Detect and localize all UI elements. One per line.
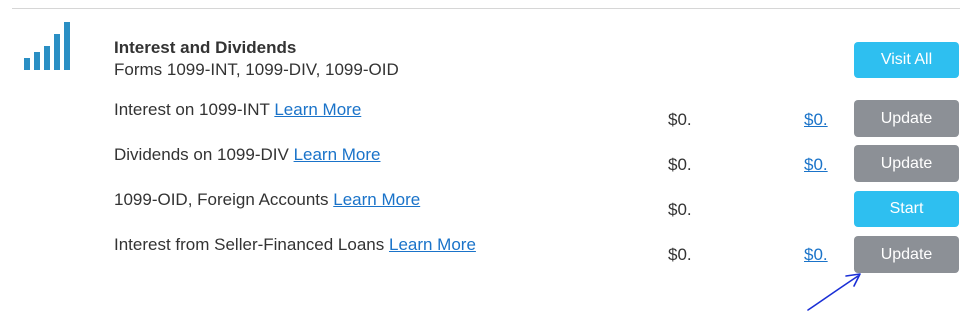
row-interest-1099-int: Interest on 1099-INT Learn More bbox=[114, 100, 361, 120]
bar-chart-icon bbox=[24, 22, 70, 70]
section-divider bbox=[12, 8, 960, 9]
row-amount-link[interactable]: $0. bbox=[804, 245, 828, 265]
row-amount-link[interactable]: $0. bbox=[804, 110, 828, 130]
row-dividends-1099-div: Dividends on 1099-DIV Learn More bbox=[114, 145, 381, 165]
row-amount: $0. bbox=[668, 200, 692, 219]
row-amount: $0. bbox=[668, 155, 692, 174]
row-label: 1099-OID, Foreign Accounts bbox=[114, 190, 329, 209]
row-label: Dividends on 1099-DIV bbox=[114, 145, 289, 164]
visit-all-button[interactable]: Visit All bbox=[854, 42, 959, 78]
learn-more-link[interactable]: Learn More bbox=[294, 145, 381, 164]
update-button[interactable]: Update bbox=[854, 100, 959, 137]
row-amount-link[interactable]: $0. bbox=[804, 155, 828, 175]
section-subtitle: Forms 1099-INT, 1099-DIV, 1099-OID bbox=[114, 60, 399, 79]
row-amount: $0. bbox=[668, 110, 692, 129]
row-label: Interest from Seller-Financed Loans bbox=[114, 235, 385, 254]
row-amount: $0. bbox=[668, 245, 692, 264]
annotation-arrow-icon bbox=[807, 273, 861, 311]
section-title: Interest and Dividends bbox=[114, 38, 297, 57]
row-label: Interest on 1099-INT bbox=[114, 100, 270, 119]
update-button[interactable]: Update bbox=[854, 145, 959, 182]
learn-more-link[interactable]: Learn More bbox=[389, 235, 476, 254]
learn-more-link[interactable]: Learn More bbox=[274, 100, 361, 119]
row-seller-financed-loans: Interest from Seller-Financed Loans Lear… bbox=[114, 235, 476, 255]
start-button[interactable]: Start bbox=[854, 191, 959, 227]
row-1099-oid-foreign-accounts: 1099-OID, Foreign Accounts Learn More bbox=[114, 190, 420, 210]
learn-more-link[interactable]: Learn More bbox=[333, 190, 420, 209]
